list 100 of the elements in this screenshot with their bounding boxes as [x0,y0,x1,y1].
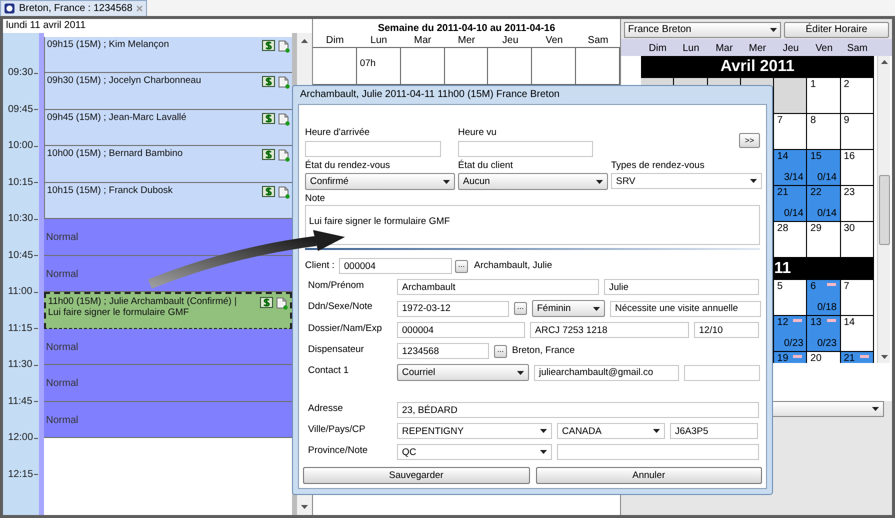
calendar-day-cell[interactable]: 19 [774,352,808,363]
weekday-label: Dim [325,35,345,47]
text-field[interactable]: ARCJ 7253 1218 [530,322,689,338]
field-label: Province/Note [307,444,369,457]
field-value: Lui faire signer le formulaire GMF [309,216,450,227]
browse-button[interactable]: ... [514,302,527,315]
appointment-text: 10h15 (15M) ; Franck Dubosk [47,184,174,196]
calendar-day-cell[interactable]: 13 0/23 [807,316,841,352]
appointment-block[interactable]: 09h15 (15M) ; Kim Melançon [44,36,292,73]
edit-schedule-button[interactable]: Éditer Horaire [784,22,889,38]
text-field[interactable] [458,141,593,157]
calendar-day-cell[interactable]: 8 [807,114,841,150]
field-value: Nécessite une visite annuelle [615,303,738,314]
weekday-label: Sam [586,35,610,47]
browse-button[interactable]: ... [494,344,507,358]
text-field[interactable]: Archambault [397,279,599,295]
text-field[interactable] [557,444,759,460]
day-number: 19 [777,353,788,363]
month-title: 11 [774,259,792,279]
text-field[interactable] [684,364,760,380]
calendar-day-cell[interactable]: 21 [840,352,874,363]
dialog-button[interactable]: Annuler [536,467,762,484]
dropdown[interactable]: REPENTIGNY [397,423,552,439]
dialog-button[interactable]: Sauvegarder [303,467,530,484]
day-number: 23 [844,187,855,199]
scroll-thumb[interactable] [878,174,890,244]
dropdown-value: France Breton [628,24,692,36]
appointment-block[interactable]: 10h15 (15M) ; Franck Dubosk [44,182,292,219]
weekday-label: Mer [748,42,768,54]
provider-dropdown[interactable]: France Breton [624,22,781,38]
field-label: Nom/Prénom [307,279,365,292]
time-label: 12:00 [7,432,34,444]
note-field[interactable]: Lui faire signer le formulaire GMF [305,205,760,245]
open-slot[interactable]: Normal [44,219,292,256]
dropdown[interactable]: Féminin [532,300,605,317]
dropdown[interactable]: Aucun [458,173,608,190]
text-field[interactable]: 1234568 [397,343,489,359]
field-value: juliearchambault@gmail.co [539,367,654,378]
field-label: État du rendez-vous [305,160,392,172]
day-number: 28 [777,223,788,235]
document-tab[interactable]: Breton, France : 1234568 [0,0,148,16]
appointment-block[interactable]: 09h30 (15M) ; Jocelyn Charbonneau [44,73,292,110]
day-number: 7 [844,281,850,293]
field-label: Dispensateur [307,343,365,356]
appointment-block[interactable]: 09h45 (15M) ; Jean-Marc Lavallé [44,110,292,146]
calendar-day-cell[interactable]: 2 [840,78,874,114]
dropdown[interactable]: CANADA [557,423,665,439]
day-number: 8 [810,115,816,127]
calendar-day-cell[interactable]: 23 [840,186,874,222]
text-field[interactable] [305,141,441,157]
calendar-day-cell[interactable]: 5 [774,280,808,316]
document-plus-icon [278,186,290,198]
text-field[interactable]: 1972-03-12 [397,300,509,316]
text-field[interactable]: 23, BÉDARD [397,402,759,418]
field-value: 1234568 [402,346,439,356]
calendar-day-cell[interactable]: 21 0/14 [774,186,808,222]
field-value: QC [402,446,416,458]
scroll-up-icon [301,39,308,43]
week-cell[interactable] [444,48,488,84]
calendar-day-cell[interactable]: 14 [840,316,874,352]
calendar-day-cell[interactable]: 7 [840,280,874,316]
calendar-day-cell[interactable]: 7 [774,114,808,150]
text-field[interactable]: 000004 [397,322,525,338]
calendar-day-cell[interactable]: 16 [840,150,874,186]
text-field[interactable]: 12/10 [694,322,759,338]
text-field[interactable]: Nécessite une visite annuelle [610,300,761,316]
day-number: 7 [777,115,783,127]
dropdown[interactable]: Confirmé [305,173,455,190]
calendar-day-cell[interactable]: 29 [807,222,841,258]
dropdown[interactable]: Courriel [397,364,529,381]
calendar-day-cell[interactable]: 22 0/14 [807,186,841,222]
calendar-day-cell[interactable]: 1 [807,78,841,114]
open-slot[interactable]: Normal [44,402,292,438]
appointment-block[interactable]: 11h00 (15M) ; Julie Archambault (Confirmé) | Lui faire signer le formulaire GMF [44,292,292,328]
scrollbar[interactable] [877,56,890,363]
appointment-text: 11h00 (15M) ; Julie Archambault (Confirmé) | Lui faire signer le formulaire GMF [48,296,238,318]
field-label: Heure vu [458,127,498,139]
browse-button[interactable]: ... [455,260,468,272]
dropdown[interactable]: QC [397,444,552,460]
week-cell[interactable] [400,48,445,84]
dropdown[interactable]: SRV [611,173,762,189]
text-field[interactable]: J6A3P5 [670,423,758,439]
time-label: 12:15 [7,468,34,480]
calendar-day-cell[interactable]: 6 0/18 [807,280,841,316]
open-slot[interactable]: Normal [44,365,292,402]
open-slot[interactable]: Normal [44,328,292,365]
week-title: Semaine du 2011-04-10 au 2011-04-16 [376,22,556,35]
calendar-day-cell[interactable]: 28 [774,222,808,258]
hour-label: 07h [360,58,376,69]
calendar-day-cell[interactable]: 12 0/23 [774,316,808,352]
calendar-day-cell[interactable]: 9 [840,114,874,150]
expand-button[interactable]: >> [739,133,760,148]
calendar-day-cell[interactable]: 15 0/14 [807,150,841,186]
day-number: 22 [810,187,822,199]
text-field[interactable]: Julie [604,279,759,295]
text-field[interactable]: 000004 [339,258,452,274]
text-field[interactable]: juliearchambault@gmail.co [534,364,679,380]
calendar-day-cell[interactable]: 14 3/14 [774,150,808,186]
calendar-day-cell[interactable]: 30 [840,222,874,258]
appointment-block[interactable]: 10h00 (15M) ; Bernard Bambino [44,146,292,182]
